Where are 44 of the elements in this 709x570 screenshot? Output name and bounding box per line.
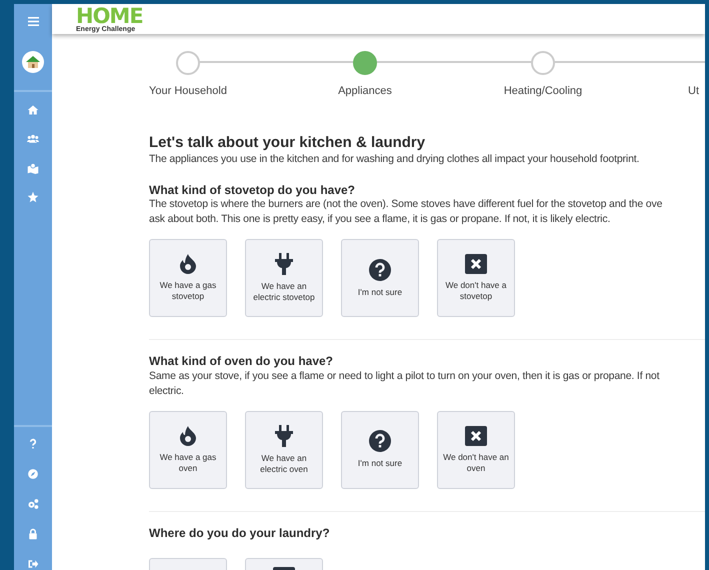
- question-description: Same as your stove, if you see a flame or need to light a pilot to turn on your oven, then it is gas or propane. If not: [149, 368, 660, 384]
- help-icon[interactable]: [27, 438, 39, 450]
- compass-icon[interactable]: [27, 468, 39, 480]
- question-icon: [369, 430, 391, 452]
- logo-title: HOME: [76, 7, 143, 26]
- question-title: What kind of oven do you have?: [149, 354, 334, 369]
- star-icon[interactable]: [27, 191, 39, 203]
- plug-icon: [275, 424, 293, 447]
- step-label[interactable]: Heating/Cooling: [504, 83, 582, 100]
- question-title: What kind of stovetop do you have?: [149, 183, 356, 198]
- step-label[interactable]: Appliances: [338, 83, 392, 100]
- group-icon[interactable]: [27, 133, 39, 145]
- section-title: Let's talk about your kitchen & laundry: [149, 134, 426, 152]
- gears-icon[interactable]: [27, 498, 39, 510]
- menu-icon[interactable]: [28, 17, 38, 26]
- plug-icon: [275, 253, 293, 276]
- lock-icon[interactable]: [27, 528, 39, 540]
- question-description: ask about both. This one is pretty easy, if you see a flame, it is gas or propane. If not, it is likely electric.: [149, 212, 612, 228]
- question-title: Where do you do your laundry?: [149, 526, 331, 540]
- step-circle[interactable]: [176, 51, 200, 75]
- map-icon[interactable]: [27, 162, 39, 174]
- option-card[interactable]: We don't have an oven: [437, 410, 515, 489]
- flame-icon: [180, 254, 196, 274]
- flame-icon: [180, 426, 196, 446]
- option-card[interactable]: We have a gas stovetop: [149, 239, 227, 318]
- question-description: The stovetop is where the burners are (not the oven). Some stoves have different fuel for the stovetop and the ove: [149, 197, 664, 212]
- option-card[interactable]: I'm not sure: [341, 410, 419, 489]
- exit-icon[interactable]: [27, 558, 39, 570]
- step-label[interactable]: Ut: [688, 83, 699, 100]
- house-avatar[interactable]: [22, 51, 44, 73]
- step-label[interactable]: Your Household: [149, 83, 227, 100]
- option-card[interactable]: We have an electric stovetop: [245, 239, 323, 318]
- home-icon[interactable]: [27, 104, 39, 116]
- question-description: electric.: [149, 384, 185, 399]
- step-circle[interactable]: [353, 51, 377, 75]
- question-icon: [369, 258, 391, 281]
- option-card[interactable]: We have a gas oven: [149, 410, 227, 489]
- option-card[interactable]: I'm not sure: [341, 239, 419, 318]
- step-circle[interactable]: [531, 51, 555, 75]
- close-icon: [465, 426, 487, 446]
- section-description: The appliances you use in the kitchen and for washing and drying clothes all impact your household footprint.: [149, 152, 640, 167]
- close-icon: [465, 254, 487, 274]
- option-card[interactable]: We don't have a stovetop: [437, 239, 515, 318]
- option-card[interactable]: We have an electric oven: [245, 410, 323, 489]
